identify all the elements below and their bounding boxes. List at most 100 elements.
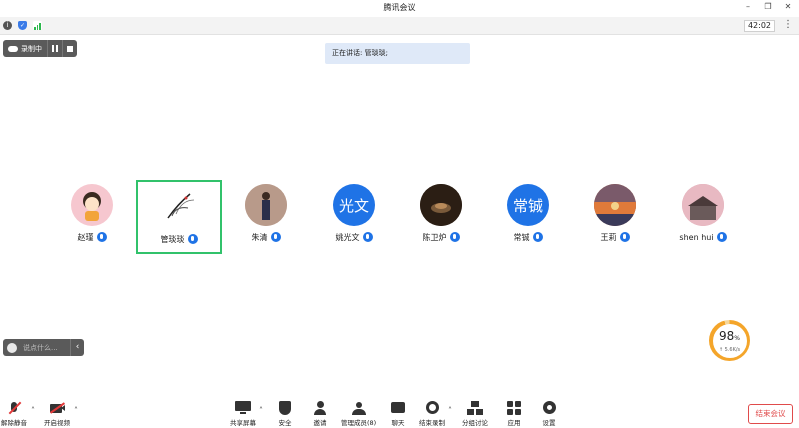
stop-icon [67,45,73,52]
participant-tile[interactable]: 常铖 常铖 [485,180,571,254]
invite-label: 邀请 [313,419,327,427]
recording-status: 录制中 [3,40,47,57]
gear-icon [542,401,556,414]
mic-on-icon [619,232,630,242]
add-user-icon [316,401,324,408]
title-bar: 腾讯会议 – ❐ ✕ [0,0,799,17]
participant-tile[interactable]: 陈卫炉 [398,180,484,254]
mic-on-icon [270,232,281,242]
share-screen-button[interactable]: 共享屏幕 [230,401,256,427]
avatar [594,184,636,226]
members-icon [355,402,362,408]
pause-recording-button[interactable] [47,40,62,57]
participant-name: 管琰琰 [160,235,185,244]
speaking-indicator: 正在讲话: 管琰琰; [325,43,470,64]
security-shield-icon[interactable]: ✓ [18,21,27,30]
end-recording-button[interactable]: 结束录制 [419,401,445,427]
shield-icon [279,401,291,415]
participant-tile[interactable]: 朱清 [223,180,309,254]
avatar [682,184,724,226]
participant-name: 赵瑾 [77,233,94,242]
settings-button[interactable]: 设置 [541,401,557,427]
network-speed: ↑ 5.6K/s [718,346,741,353]
start-video-label: 开启视频 [44,419,70,427]
cloud-icon [8,45,18,52]
mic-on-icon [96,232,107,242]
restore-icon[interactable]: ❐ [763,2,773,12]
recording-status-label: 录制中 [21,44,42,53]
avatar: 光文 [333,184,375,226]
participant-name: 常铖 [513,233,530,242]
mic-on-icon [532,232,543,242]
record-icon [425,401,439,414]
close-icon[interactable]: ✕ [783,2,793,12]
participant-name: 姚光文 [335,233,360,242]
mic-on-icon [449,232,460,242]
chat-button[interactable]: 聊天 [390,401,406,427]
breakout-button[interactable]: 分组讨论 [462,401,488,427]
participant-tile[interactable]: shen hui [660,180,746,254]
participant-name: shen hui [679,233,714,242]
participant-name: 朱清 [251,233,268,242]
participant-name: 王莉 [600,233,617,242]
avatar [245,184,287,226]
security-button[interactable]: 安全 [277,401,293,427]
apps-button[interactable]: 应用 [506,401,522,427]
pause-icon [52,45,58,52]
emoji-icon[interactable] [7,342,17,353]
settings-label: 设置 [542,419,556,427]
manage-members-label: 管理成员(8) [341,419,377,427]
video-options-caret[interactable]: ˄ [74,406,78,415]
participant-tile-active[interactable]: 管琰琰 [136,180,222,254]
unmute-button[interactable]: 解除静音 [1,401,27,427]
participant-tile[interactable]: 赵瑾 [49,180,135,254]
chat-input-bar: 说点什么... ‹ [3,339,84,356]
participant-tile[interactable]: 光文 姚光文 [311,180,397,254]
audio-options-caret[interactable]: ˄ [31,406,35,415]
participant-gallery: 赵瑾 管琰琰 朱清 光文 姚光文 陈卫炉 常铖 常铖 王莉 shen hui [0,180,799,255]
avatar [71,184,113,226]
share-screen-icon [235,401,251,411]
start-video-button[interactable]: 开启视频 [44,401,70,427]
share-options-caret[interactable]: ˄ [259,406,263,415]
apps-label: 应用 [507,419,521,427]
mic-on-icon [362,232,373,242]
share-screen-label: 共享屏幕 [230,419,256,427]
recording-options-caret[interactable]: ˄ [448,406,452,415]
security-label: 安全 [278,419,292,427]
mic-on-icon [187,234,198,244]
end-meeting-button[interactable]: 结束会议 [748,404,793,424]
invite-button[interactable]: 邀请 [312,401,328,427]
more-options-icon[interactable]: ⋮ [783,19,793,30]
meeting-window: 腾讯会议 – ❐ ✕ i ✓ 42:02 ⋮ 录制中 正在讲话: 管琰琰; 赵瑾… [0,0,799,428]
breakout-icon [467,401,483,415]
mic-on-icon [716,232,727,242]
network-percent-unit: % [734,334,740,342]
network-quality-indicator[interactable]: 98% ↑ 5.6K/s [709,320,750,361]
signal-icon[interactable] [33,21,42,30]
end-recording-label: 结束录制 [419,419,445,427]
network-percent: 98 [719,328,735,343]
chevron-left-icon[interactable]: ‹ [70,339,84,356]
bottom-toolbar: 解除静音 ˄ 开启视频 ˄ 共享屏幕 ˄ 安全 邀请 管理成员(8) 聊天 结束… [0,396,799,428]
app-title: 腾讯会议 [383,3,416,12]
status-bar: i ✓ 42:02 ⋮ [0,17,799,35]
breakout-label: 分组讨论 [462,419,488,427]
chat-input[interactable]: 说点什么... [23,343,70,353]
participant-tile[interactable]: 王莉 [572,180,658,254]
stop-recording-button[interactable] [62,40,77,57]
meeting-timer: 42:02 [743,20,775,32]
chat-label: 聊天 [391,419,405,427]
avatar: 常铖 [507,184,549,226]
info-icon[interactable]: i [3,21,12,30]
participant-name: 陈卫炉 [422,233,447,242]
recording-control: 录制中 [3,40,77,57]
minimize-icon[interactable]: – [743,2,753,12]
unmute-label: 解除静音 [1,419,27,427]
avatar [158,186,200,228]
avatar [420,184,462,226]
chat-icon [391,402,405,413]
apps-icon [507,401,521,415]
manage-members-button[interactable]: 管理成员(8) [341,401,376,427]
window-controls: – ❐ ✕ [743,2,793,12]
